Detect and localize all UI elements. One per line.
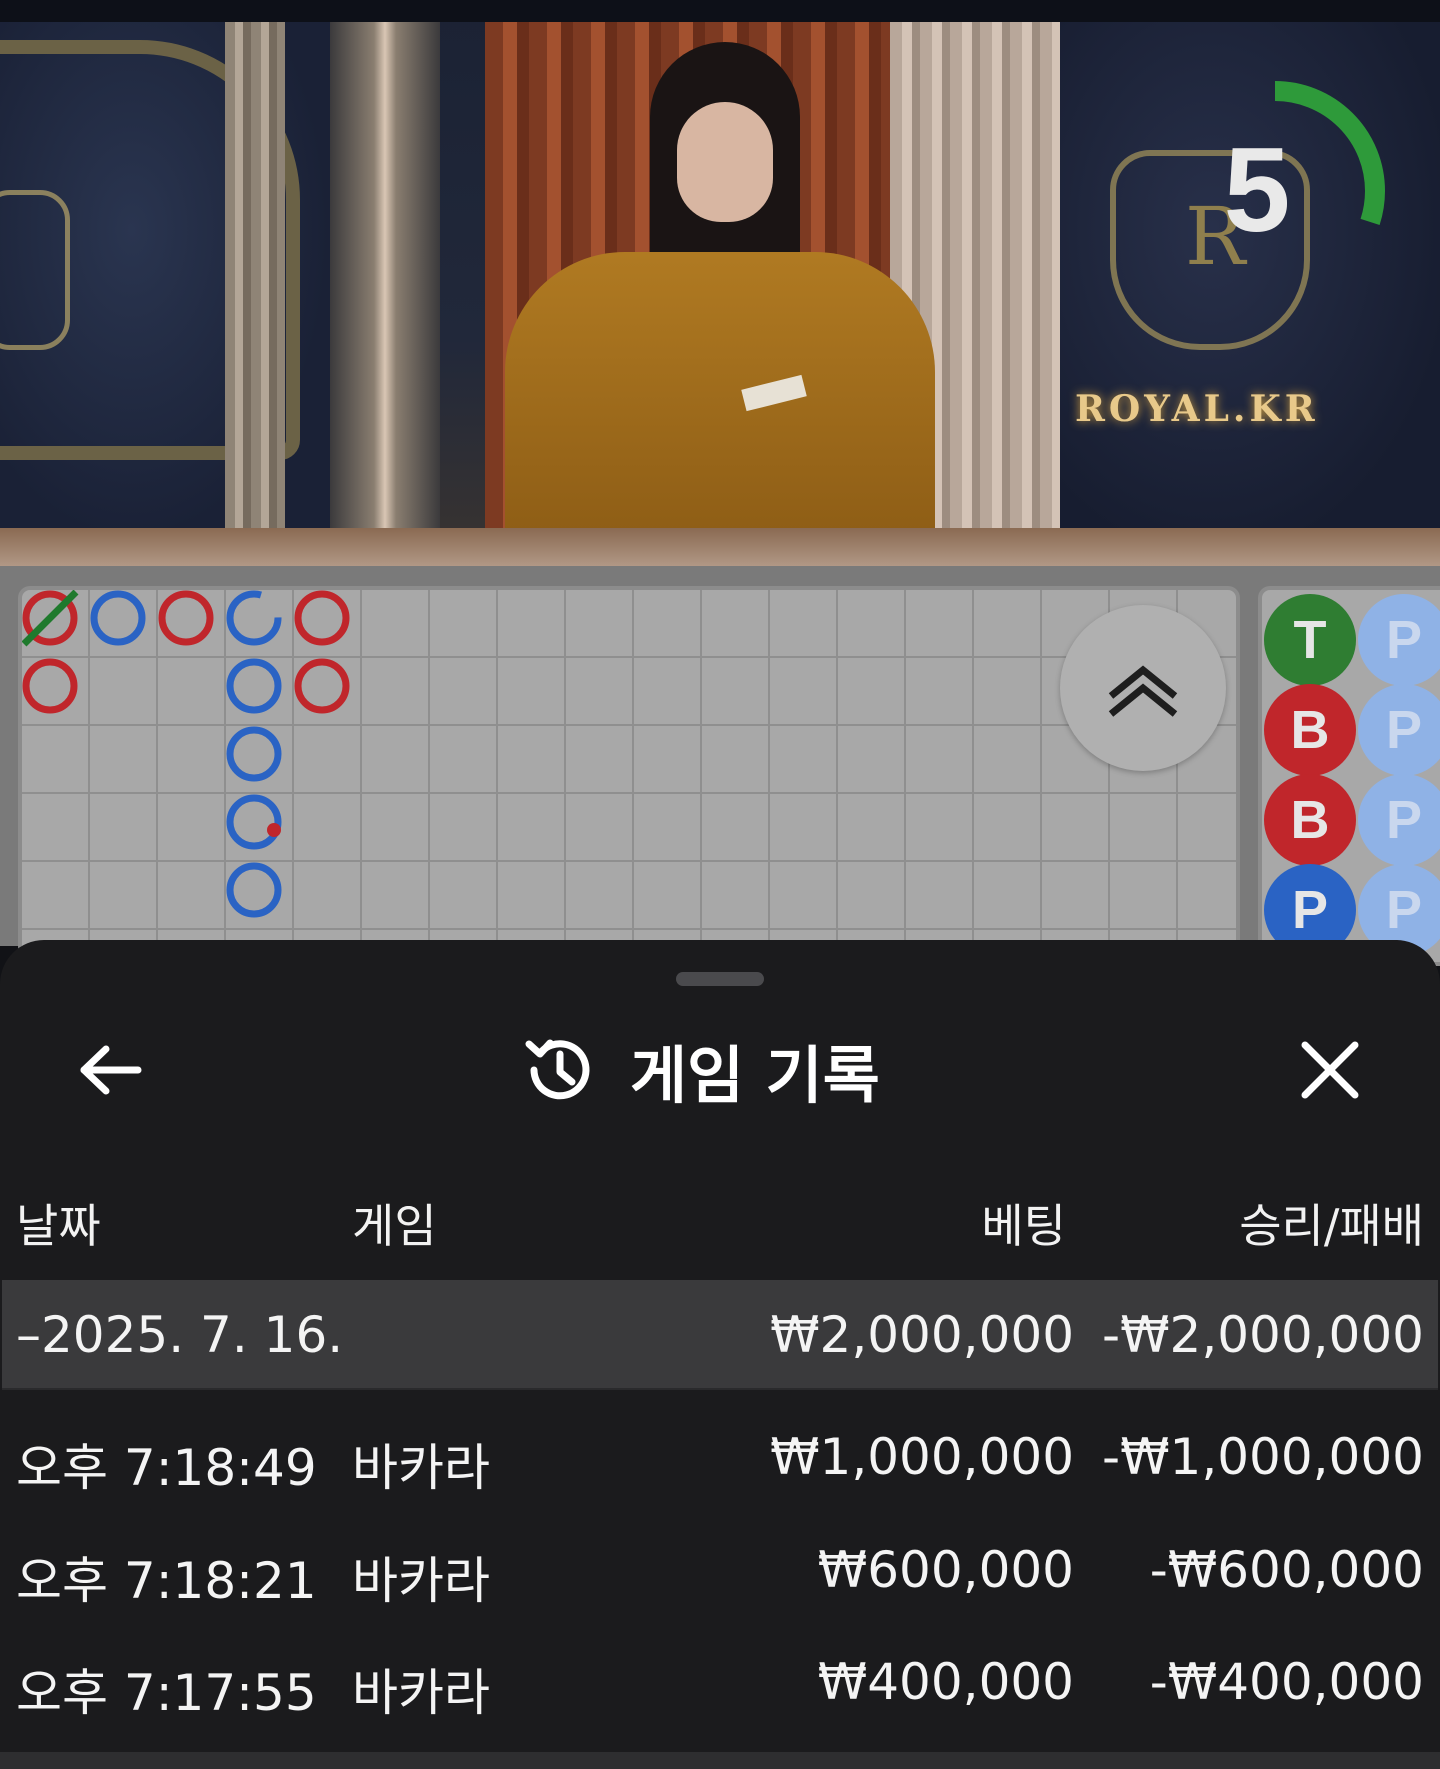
studio-light-pillar [330,22,440,542]
bead-road[interactable]: TBBPPPPP [1258,586,1440,966]
bead-b: B [1264,684,1356,776]
date-group-bet: ₩2,000,000 [770,1306,1074,1364]
bead-p: P [1358,684,1440,776]
banker-road-mark [158,590,214,646]
bead-p: P [1358,594,1440,686]
studio-pillar [225,22,285,542]
close-button[interactable] [1280,1030,1380,1110]
date-group-label: –2025. 7. 16. [16,1306,344,1364]
list-bottom-edge [0,1752,1440,1769]
row-bet: ₩400,000 [817,1653,1074,1711]
bead-t: T [1264,594,1356,686]
row-game: 바카라 [352,1664,490,1722]
player-road-mark [226,590,282,646]
row-game: 바카라 [352,1439,490,1497]
row-time: 오후 7:17:55 [16,1664,317,1722]
studio-crest-left [0,190,70,350]
row-time: 오후 7:18:21 [16,1552,317,1610]
column-header-bet: 베팅 [981,1199,1066,1253]
player-road-mark [90,590,146,646]
back-button[interactable] [60,1030,160,1110]
sheet-title: 게임 기록 [630,1039,880,1112]
player-road-mark [226,658,282,714]
column-header-game: 게임 [352,1199,437,1253]
history-icon [525,1039,590,1100]
bead-p: P [1358,774,1440,866]
banker-road-mark [294,658,350,714]
row-winloss: -₩400,000 [1149,1653,1424,1711]
date-group-winloss: -₩2,000,000 [1102,1306,1424,1364]
column-header-date: 날짜 [16,1199,101,1253]
chevron-double-up-icon [1108,665,1178,717]
row-bet: ₩600,000 [817,1541,1074,1599]
row-winloss: -₩600,000 [1149,1541,1424,1599]
countdown-number: 5 [1223,123,1291,257]
sheet-header: 게임 기록 [520,1030,880,1112]
row-time: 오후 7:18:49 [16,1439,317,1497]
player-road-mark [226,862,282,918]
row-bet: ₩1,000,000 [770,1428,1074,1486]
row-game: 바카라 [352,1552,490,1610]
dealer [505,42,935,566]
banker-road-mark [22,658,78,714]
sheet-drag-handle[interactable] [676,972,764,986]
player-road-mark [226,726,282,782]
big-road[interactable] [18,586,1240,958]
status-bar [0,0,1440,22]
player-road-mark [226,794,282,850]
arrow-left-icon [80,1045,142,1095]
brand-logo-text: ROYAL.KR [1075,388,1319,430]
casino-table-edge [0,528,1440,566]
close-icon [1301,1041,1359,1099]
pair-dot-mark [267,823,281,837]
expand-roadmap-button[interactable] [1060,605,1226,771]
banker-road-mark [294,590,350,646]
column-header-winloss: 승리/패배 [1239,1199,1424,1253]
big-road-marks [22,590,350,918]
row-winloss: -₩1,000,000 [1102,1428,1424,1486]
bead-b: B [1264,774,1356,866]
